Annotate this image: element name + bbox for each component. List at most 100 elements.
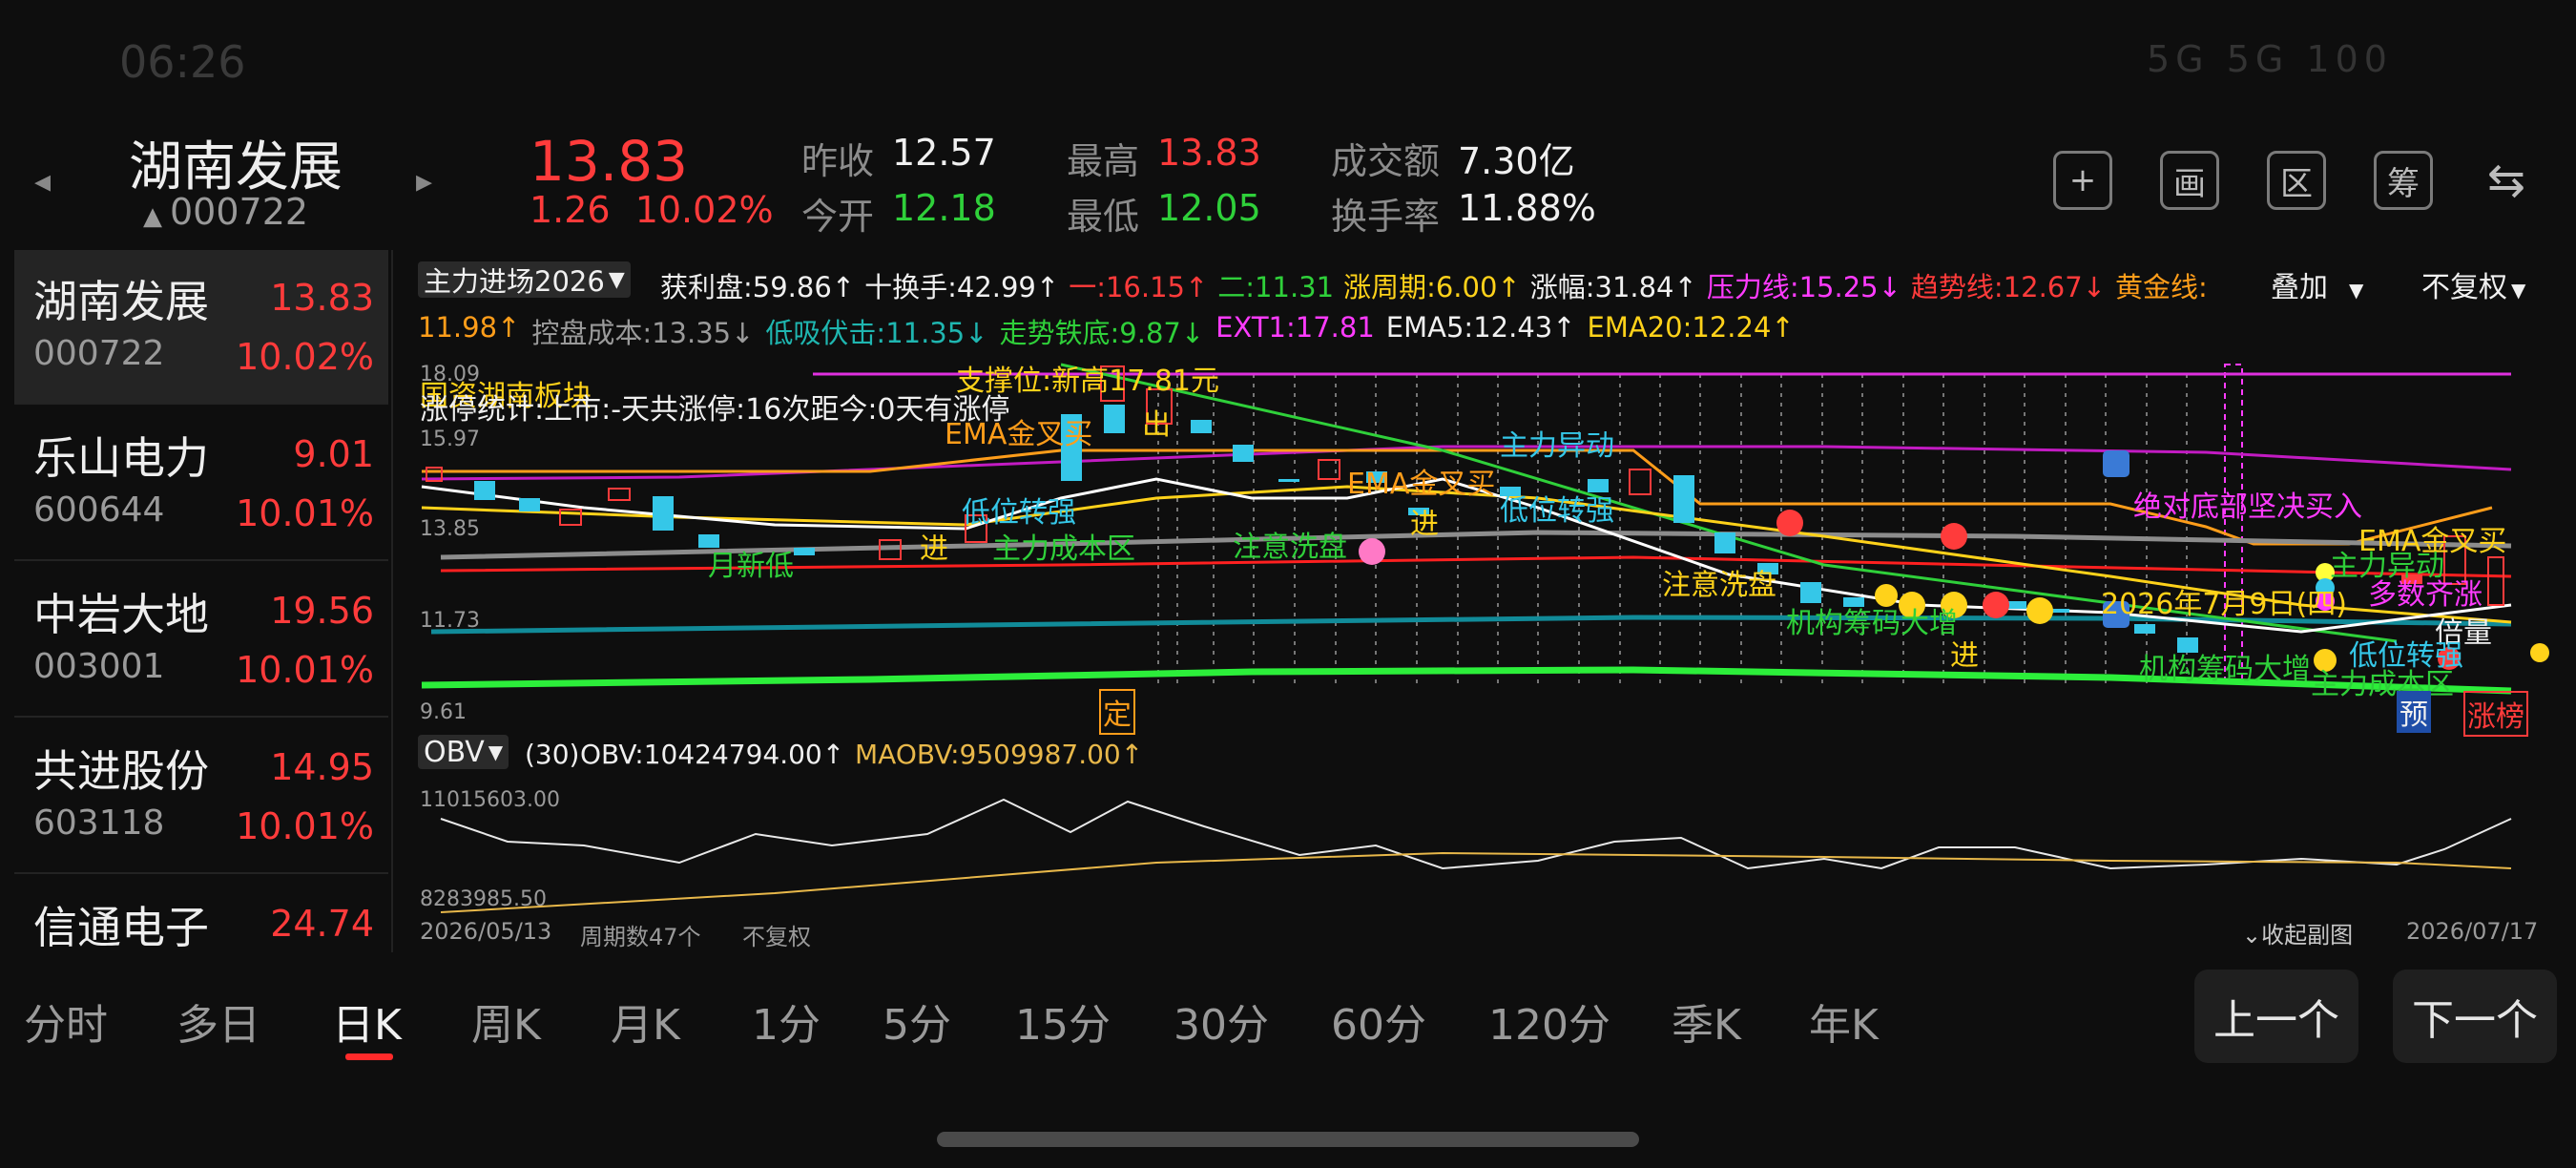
tab-period[interactable]: 年K [1809,991,1879,1052]
tab-period[interactable]: 季K [1672,991,1741,1052]
sub-indicator-selector[interactable]: OBV ▼ [418,735,509,769]
add-button[interactable]: + [2053,151,2112,210]
obv-period: (30) [525,739,580,770]
open-value: 12.18 [892,187,996,229]
tab-period[interactable]: 1分 [752,991,821,1052]
tab-period[interactable]: 15分 [1015,991,1111,1052]
in-signal: 进 [920,532,948,566]
watchlist-code: 600644 [33,490,165,530]
watchlist-code: 003001 [33,647,165,686]
open-label: 今开 [801,196,875,238]
status-time: 06:26 [119,36,246,88]
watchlist: 湖南发展 000722 13.83 10.02% 乐山电力 600644 9.0… [14,250,388,952]
dropdown-icon: ▼ [488,740,504,763]
adjust-label: 不复权 [742,924,811,950]
price-axis-label: 9.61 [420,700,467,724]
chevron-down-icon: ⌄ [2242,922,2262,949]
watchlist-name: 乐山电力 [33,432,209,484]
adjust-dropdown[interactable]: 不复权 ▼ [2421,263,2525,305]
turnover-rate-label: 换手率 [1331,196,1441,238]
indicator-value: 涨幅:31.84↑ [1529,271,1697,303]
indicator-selector[interactable]: 主力进场2026 ▼ [418,261,631,298]
checkbox-icon [2103,450,2129,477]
price-axis-label: 15.97 [420,428,480,451]
indicator-value: 趋势线:12.67↓ [1910,271,2106,303]
turnover-amount-value: 7.30亿 [1458,140,1575,182]
start-date: 2026/05/13 [420,918,552,945]
prev-close-value: 12.57 [892,132,996,174]
indicator-values-line1: 获利盘:59.86↑ 十换手:42.99↑ 一:16.15↑ 二:11.31 涨周期:6… [660,265,2208,305]
watchlist-price: 9.01 [293,433,374,475]
turnover-amount-label: 成交额 [1331,140,1441,182]
overlay-dropdown[interactable]: 叠加 ▼ [2271,263,2363,305]
support-note: 支撑位:新高17.81元 [956,365,1219,398]
main-cost-zone: 主力成本区 [2311,668,2454,701]
end-date: 2026/07/17 [2406,918,2539,945]
watchlist-item[interactable]: 乐山电力 600644 9.01 10.01% [14,407,388,561]
tab-period[interactable]: 多日 [177,991,260,1052]
low-strong-signal: 低位转强 [1500,494,1614,528]
turnover-rate-value: 11.88% [1458,187,1596,229]
tab-period[interactable]: 周K [471,991,541,1052]
indicator-value: 黄金线: [2115,271,2208,303]
next-stock-arrow-icon[interactable]: ▸ [416,162,432,200]
draw-button[interactable]: 画 [2160,151,2219,210]
status-bar: 06:26 5G 5G 100 [0,0,2576,124]
multi-rise-signal: 多数齐涨 [2368,578,2483,612]
obv-chart[interactable] [393,781,2576,914]
wash-warning: 注意洗盘 [1233,531,1347,564]
fixed-marker: 定 [1099,689,1135,735]
watchlist-item[interactable]: 共进股份 603118 14.95 10.01% [14,720,388,874]
indicator-value: 获利盘:59.86↑ [660,271,856,303]
watchlist-code: 603118 [33,803,165,843]
tab-period[interactable]: 30分 [1174,991,1269,1052]
tab-period[interactable]: 5分 [883,991,951,1052]
market-icon: ▲ [143,202,162,231]
collapse-subchart-button[interactable]: ⌄收起副图 [2242,916,2353,949]
in-signal: 进 [1410,508,1439,541]
device-switch-icon[interactable]: ⇆ [2477,151,2536,210]
indicator-value: 涨周期:6.00↑ [1343,271,1521,303]
limit-list-marker: 涨榜 [2463,691,2528,737]
tab-period[interactable]: 月K [611,991,680,1052]
indicator-value: 一:16.15↑ [1069,271,1209,303]
indicator-value: 压力线:15.25↓ [1706,271,1901,303]
chip-button[interactable]: 筹 [2374,151,2433,210]
price-axis-label: 13.85 [420,517,480,541]
tab-period[interactable]: 120分 [1488,991,1610,1052]
stock-name: 湖南发展 [129,136,343,198]
watchlist-price: 19.56 [270,590,374,632]
watchlist-pct: 10.01% [236,492,374,534]
prev-stock-arrow-icon[interactable]: ◂ [34,162,51,200]
current-price: 13.83 [530,129,689,194]
next-stock-button[interactable]: 下一个 [2393,970,2557,1063]
watchlist-pct: 10.01% [236,649,374,691]
watchlist-price: 14.95 [270,746,374,788]
range-button[interactable]: 区 [2267,151,2326,210]
main-cost-zone: 主力成本区 [992,532,1135,566]
institution-chip-signal: 机构筹码大增 [2139,653,2311,686]
watchlist-pct: 10.01% [236,805,374,847]
indicator-values-line2: 11.98↑ 控盘成本:13.35↓ 低吸伏击:11.35↓ 走势铁底:9.87↓ EX… [418,311,1795,351]
ema-cross-signal: EMA金叉买 [945,418,1093,451]
watchlist-item[interactable]: 中岩大地 003001 19.56 10.01% [14,563,388,718]
wash-warning: 注意洗盘 [1662,569,1776,602]
indicator-value: 低吸伏击:11.35↓ [765,317,988,349]
home-indicator[interactable] [937,1132,1639,1147]
indicator-value: 11.98↑ [418,311,521,344]
watchlist-name: 中岩大地 [33,589,209,640]
watchlist-item[interactable]: 湖南发展 000722 13.83 10.02% [14,250,388,405]
prev-stock-button[interactable]: 上一个 [2194,970,2358,1063]
watchlist-name: 湖南发展 [33,276,209,327]
main-move-signal: 主力异动 [1500,429,1614,463]
tab-period-selected[interactable]: 日K [332,991,402,1052]
new-low-signal: 月新低 [708,550,794,583]
indicator-value: EMA5:12.43↑ [1385,311,1576,344]
watchlist-name: 共进股份 [33,745,209,797]
indicator-value: 十换手:42.99↑ [864,271,1060,303]
tab-period[interactable]: 60分 [1331,991,1426,1052]
tab-period[interactable]: 分时 [24,991,108,1052]
watchlist-item[interactable]: 信通电子 24.74 [14,876,388,952]
obv-line [440,798,2512,870]
indicator-value: 控盘成本:13.35↓ [531,317,755,349]
